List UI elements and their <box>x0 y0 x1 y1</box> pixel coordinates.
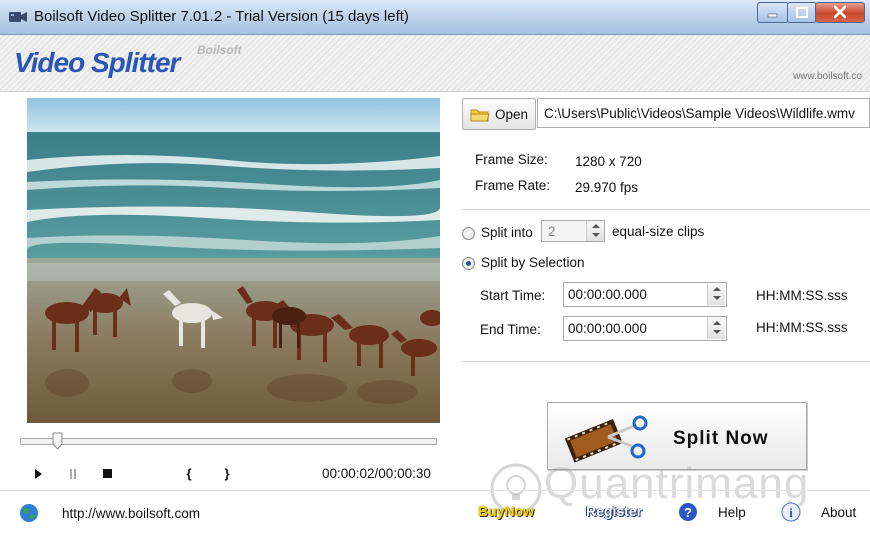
info-icon[interactable]: i <box>781 502 801 522</box>
end-time-field[interactable]: 00:00:00.000 <box>563 316 727 341</box>
film-scissors-icon <box>564 415 648 463</box>
seek-track[interactable] <box>20 438 437 445</box>
website-link[interactable]: http://www.boilsoft.com <box>62 506 200 521</box>
help-icon[interactable]: ? <box>678 502 698 522</box>
help-link[interactable]: Help <box>718 505 746 520</box>
split-by-selection-label: Split by Selection <box>481 255 585 270</box>
app-icon <box>9 12 27 22</box>
minimize-icon <box>767 13 778 18</box>
folder-icon <box>470 109 490 122</box>
frame-rate-label: Frame Rate: <box>475 178 551 193</box>
frame-rate-value: 29.970 fps <box>575 180 639 195</box>
file-path-text: C:\Users\Public\Videos\Sample Videos\Wil… <box>544 106 855 121</box>
video-preview <box>27 98 440 423</box>
close-button[interactable] <box>815 2 865 23</box>
mark-in-button[interactable]: { <box>180 462 198 486</box>
split-now-label: Split Now <box>673 428 769 449</box>
start-time-spin-buttons[interactable] <box>707 284 725 305</box>
video-frame-image <box>27 98 440 423</box>
buy-now-link[interactable]: BuyNow <box>478 503 534 519</box>
divider <box>462 361 870 362</box>
end-time-value: 00:00:00.000 <box>568 321 647 336</box>
end-time-label: End Time: <box>480 322 541 337</box>
stop-button[interactable] <box>98 462 116 486</box>
app-banner: Video Splitter Boilsoft www.boilsoft.co <box>0 35 870 92</box>
start-time-value: 00:00:00.000 <box>568 287 647 302</box>
globe-icon <box>20 504 38 522</box>
spin-up-icon <box>592 224 600 228</box>
pause-button[interactable] <box>64 462 82 486</box>
spin-down-icon <box>592 233 600 237</box>
split-by-selection-radio[interactable] <box>462 257 475 270</box>
minimize-button[interactable] <box>757 2 789 23</box>
maximize-icon <box>796 7 808 18</box>
stop-icon <box>103 469 112 478</box>
about-link[interactable]: About <box>821 505 856 520</box>
maximize-button[interactable] <box>787 2 817 23</box>
window-title-bar[interactable]: Boilsoft Video Splitter 7.01.2 - Trial V… <box>0 0 870 35</box>
open-button-label: Open <box>495 107 529 122</box>
start-time-format: HH:MM:SS.sss <box>756 288 848 303</box>
split-into-label: Split into <box>481 225 533 240</box>
spin-up-icon <box>713 321 721 325</box>
split-into-suffix: equal-size clips <box>612 224 705 239</box>
open-button[interactable]: Open <box>462 98 536 130</box>
window-title: Boilsoft Video Splitter 7.01.2 - Trial V… <box>34 8 409 25</box>
app-logo-text: Video Splitter <box>14 47 180 78</box>
spin-down-icon <box>713 296 721 300</box>
frame-size-value: 1280 x 720 <box>575 154 642 169</box>
svg-text:?: ? <box>684 505 692 520</box>
spin-up-icon <box>713 287 721 291</box>
brand-logo-text: Boilsoft <box>197 43 242 57</box>
play-icon <box>35 469 42 479</box>
start-time-label: Start Time: <box>480 288 546 303</box>
banner-website: www.boilsoft.co <box>793 71 862 82</box>
watermark-text: Quantrimang <box>544 459 810 508</box>
register-link[interactable]: Register <box>586 503 642 519</box>
frame-size-label: Frame Size: <box>475 152 548 167</box>
time-readout: 00:00:02/00:00:30 <box>322 466 431 481</box>
end-time-spin-buttons[interactable] <box>707 318 725 339</box>
end-time-format: HH:MM:SS.sss <box>756 320 848 335</box>
split-count-value: 2 <box>548 224 556 239</box>
divider <box>462 209 870 210</box>
split-count-spin-buttons[interactable] <box>586 221 604 241</box>
file-path-field[interactable]: C:\Users\Public\Videos\Sample Videos\Wil… <box>537 98 870 128</box>
start-time-field[interactable]: 00:00:00.000 <box>563 282 727 307</box>
mark-out-button[interactable]: } <box>218 462 236 486</box>
seek-thumb[interactable] <box>52 432 63 450</box>
pause-icon <box>70 469 76 479</box>
close-icon <box>833 5 847 19</box>
footer-divider <box>0 490 870 491</box>
spin-down-icon <box>713 330 721 334</box>
split-into-radio[interactable] <box>462 227 475 240</box>
split-count-stepper[interactable]: 2 <box>541 220 605 242</box>
svg-text:i: i <box>789 505 793 520</box>
play-button[interactable] <box>29 462 47 486</box>
